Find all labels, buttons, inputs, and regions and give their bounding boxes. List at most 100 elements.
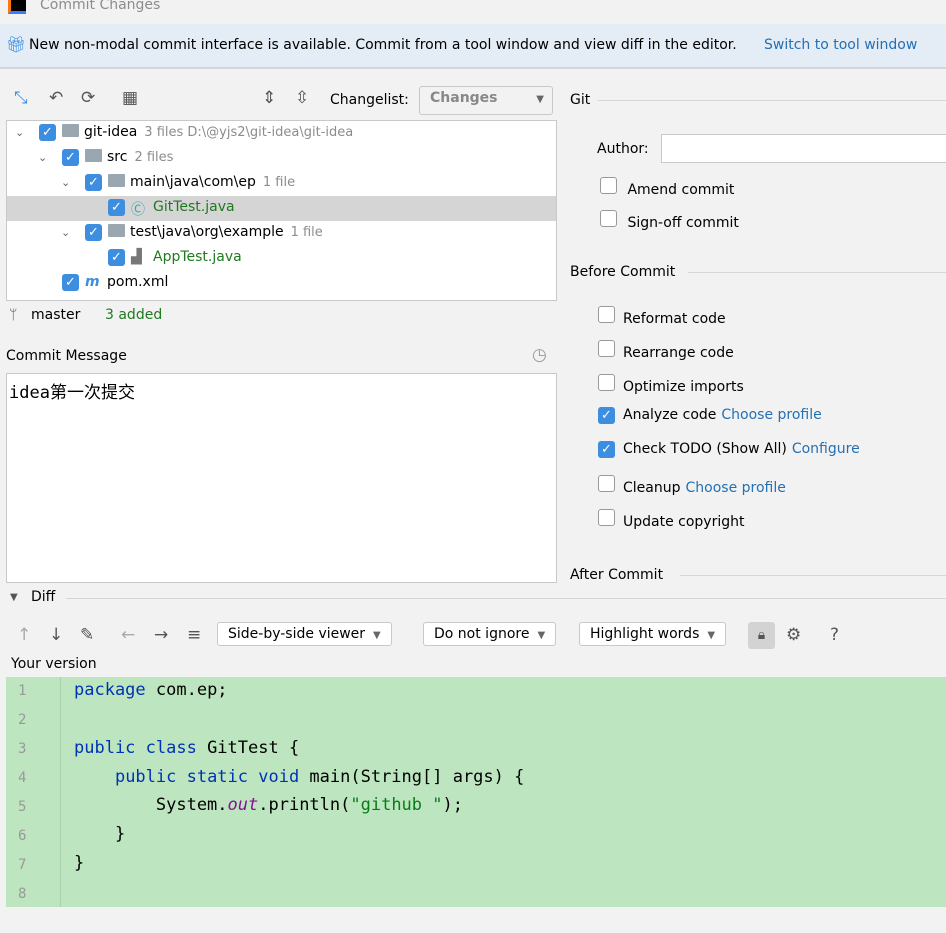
file-list-icon[interactable]: ≡ [187, 625, 201, 645]
before-commit-option[interactable]: Update copyright [598, 508, 744, 530]
chevron-down-icon: ▼ [373, 630, 381, 641]
expand-all-icon[interactable]: ⇕ [262, 88, 276, 108]
chevron-down-icon[interactable]: ⌄ [38, 151, 47, 164]
signoff-commit-checkbox[interactable]: Sign-off commit [600, 210, 739, 231]
tree-row[interactable]: ⌄ ✓ git-idea 3 files D:\@yjs2\git-idea\git-… [7, 121, 556, 146]
chevron-down-icon: ▼ [537, 630, 546, 641]
tree-item-name: AppTest.java [153, 249, 242, 265]
option-label: Check TODO (Show All) [623, 441, 787, 458]
lock-icon[interactable]: 🔒︎ [748, 622, 775, 649]
checkbox[interactable] [598, 508, 615, 526]
line-number: 3 [18, 741, 27, 757]
option-label: Rearrange code [623, 344, 734, 361]
checkbox[interactable]: ✓ [85, 224, 102, 241]
tree-row[interactable]: ✓ Ⓒ GitTest.java [7, 196, 556, 221]
next-file-icon[interactable]: → [154, 625, 168, 645]
checkbox[interactable] [598, 475, 615, 492]
chevron-down-icon[interactable]: ⌄ [15, 126, 24, 139]
before-commit-option[interactable]: Cleanup Choose profile [598, 475, 786, 496]
before-commit-option[interactable]: Optimize imports [598, 373, 744, 395]
before-commit-option[interactable]: ✓ Check TODO (Show All) Configure [598, 441, 860, 459]
tree-item-name: pom.xml [107, 274, 169, 290]
author-input[interactable] [661, 134, 946, 163]
before-commit-title: Before Commit [570, 264, 676, 280]
rollback-icon[interactable]: ↶ [49, 88, 63, 108]
code-editor[interactable]: package com.ep; public class GitTest { p… [6, 677, 946, 907]
module-icon [62, 124, 79, 141]
java-class-icon: Ⓒ [131, 202, 145, 218]
checkbox[interactable]: ✓ [598, 407, 615, 425]
collapse-diff-icon[interactable]: ▼ [10, 592, 18, 603]
tree-item-meta: 3 files D:\@yjs2\git-idea\git-idea [144, 125, 354, 140]
before-commit-option[interactable]: ✓ Analyze code Choose profile [598, 407, 822, 425]
code-line: public class GitTest { [74, 738, 300, 758]
line-number: 2 [18, 712, 27, 728]
show-diff-icon[interactable]: ⤡ [14, 88, 28, 108]
tree-item-name: src [107, 149, 128, 165]
settings-gear-icon[interactable]: ⚙ [786, 625, 801, 645]
option-link[interactable]: Choose profile [721, 407, 821, 423]
changelist-label: Changelist: [330, 92, 409, 108]
before-commit-option[interactable]: Reformat code [598, 306, 726, 327]
refresh-icon[interactable]: ⟳ [81, 88, 95, 108]
code-line: package com.ep; [74, 680, 228, 700]
checkbox[interactable]: ✓ [39, 124, 56, 141]
tree-row[interactable]: ⌄ ✓ src 2 files [7, 146, 556, 171]
tree-item-name: main\java\com\ep [130, 174, 256, 190]
checkbox[interactable]: ✓ [108, 249, 125, 266]
tree-item-meta: 1 file [290, 225, 323, 240]
edit-source-icon[interactable]: ✎ [80, 625, 94, 645]
banner-text: New non-modal commit interface is availa… [29, 37, 737, 53]
chevron-down-icon[interactable]: ⌄ [61, 176, 70, 189]
viewer-select[interactable]: Side-by-side viewer ▼ [217, 622, 392, 646]
tree-row[interactable]: ⌄ ✓ main\java\com\ep 1 file [7, 171, 556, 196]
tree-row[interactable]: ✓ ▟ AppTest.java [7, 246, 556, 271]
checkbox[interactable] [598, 306, 615, 323]
option-label: Analyze code [623, 407, 717, 424]
collapse-all-icon[interactable]: ⇳ [295, 88, 309, 108]
checkbox[interactable]: ✓ [85, 174, 102, 191]
previous-difference-icon[interactable]: ↑ [17, 625, 31, 645]
option-label: Optimize imports [623, 378, 744, 395]
signoff-label: Sign-off commit [627, 215, 739, 231]
checkbox[interactable]: ✓ [62, 274, 79, 291]
tree-item-meta: 2 files [134, 150, 174, 165]
tree-row[interactable]: ✓ m pom.xml [7, 271, 556, 296]
option-label: Cleanup [623, 480, 681, 496]
changelist-select[interactable]: Changes ▼ [419, 86, 553, 115]
option-link[interactable]: Choose profile [686, 480, 786, 496]
option-link[interactable]: Configure [792, 441, 860, 457]
line-number: 4 [18, 770, 27, 786]
checkbox[interactable] [598, 339, 615, 357]
commit-message-label: Commit Message [6, 348, 127, 364]
commit-message-input[interactable]: idea第一次提交 [6, 373, 557, 583]
chevron-down-icon: ▼ [536, 94, 544, 105]
tree-row[interactable]: ⌄ ✓ test\java\org\example 1 file [7, 221, 556, 246]
history-icon[interactable]: ◷ [532, 345, 547, 365]
tree-item-name: test\java\org\example [130, 224, 284, 240]
folder-icon [108, 224, 125, 241]
group-by-icon[interactable]: ▦ [122, 88, 138, 108]
code-line: public static void main(String[] args) { [114, 767, 525, 787]
changes-tree[interactable]: ⌄ ✓ git-idea 3 files D:\@yjs2\git-idea\git-… [6, 120, 557, 301]
switch-to-tool-window-link[interactable]: Switch to tool window [764, 37, 917, 53]
folder-icon [85, 149, 102, 166]
previous-file-icon[interactable]: ← [121, 625, 135, 645]
ignore-select[interactable]: Do not ignore ▼ [423, 622, 557, 646]
highlight-select[interactable]: Highlight words ▼ [579, 622, 727, 646]
java-test-icon: ▟ [131, 249, 142, 265]
line-number: 1 [18, 683, 27, 699]
checkbox[interactable]: ✓ [598, 441, 615, 459]
checkbox[interactable] [598, 373, 615, 391]
before-commit-option[interactable]: Rearrange code [598, 339, 734, 361]
branch-icon: ᛘ [9, 307, 18, 323]
tree-item-name: GitTest.java [153, 199, 235, 215]
checkbox[interactable]: ✓ [62, 149, 79, 166]
amend-commit-checkbox[interactable]: Amend commit [600, 177, 734, 198]
changelist-value: Changes [430, 90, 498, 106]
help-button[interactable]: ? [830, 625, 839, 645]
chevron-down-icon[interactable]: ⌄ [61, 226, 70, 239]
next-difference-icon[interactable]: ↓ [49, 625, 63, 645]
checkbox[interactable]: ✓ [108, 199, 125, 216]
info-banner: 🎁︎ New non-modal commit interface is ava… [0, 24, 946, 69]
